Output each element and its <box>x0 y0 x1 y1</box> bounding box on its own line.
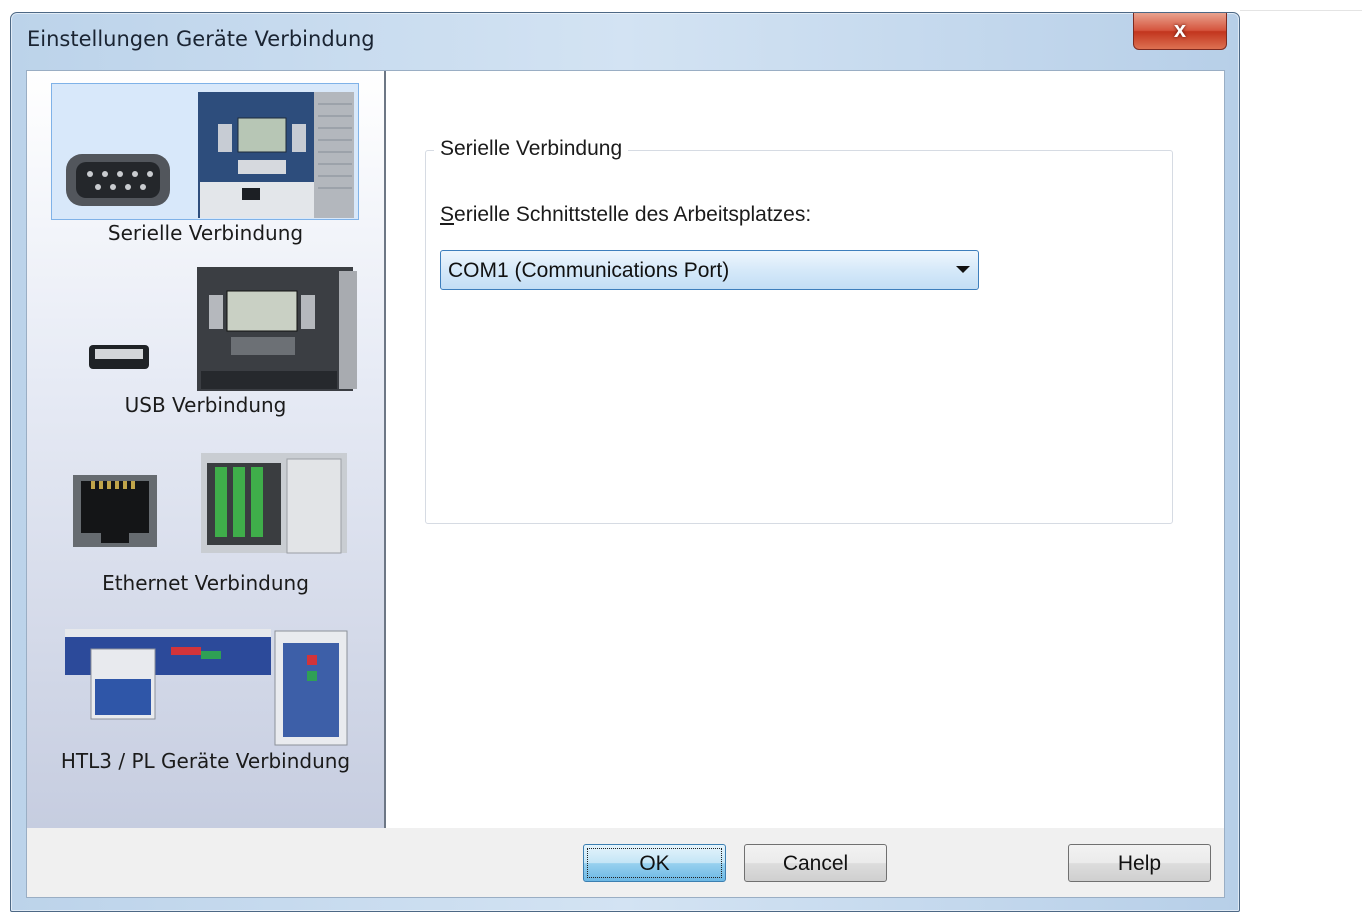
port-label-text: erielle Schnittstelle des Arbeitsplatzes… <box>454 203 812 226</box>
cancel-button[interactable]: Cancel <box>744 844 887 882</box>
help-button-label: Help <box>1117 852 1162 875</box>
focus-rectangle <box>587 848 722 878</box>
sidebar-item-serial[interactable]: Serielle Verbindung <box>27 83 384 259</box>
cancel-button-label: Cancel <box>782 852 849 875</box>
sidebar-item-label: USB Verbindung <box>124 393 287 417</box>
button-bar: OK Cancel Help <box>27 828 1224 897</box>
usb-port-icon <box>89 267 357 391</box>
ok-button[interactable]: OK <box>583 844 726 882</box>
close-icon: x <box>1173 17 1187 42</box>
dialog-window: Einstellungen Geräte Verbindung x Seriel… <box>10 12 1240 912</box>
sidebar-item-label: Serielle Verbindung <box>107 221 304 245</box>
background-rule <box>1240 10 1362 11</box>
port-select[interactable]: COM1 (Communications Port) <box>440 250 979 290</box>
port-select-value: COM1 (Communications Port) <box>448 259 730 282</box>
window-title: Einstellungen Geräte Verbindung <box>27 27 375 51</box>
serial-port-icon <box>51 83 359 220</box>
settings-panel: Serielle Verbindung Serielle Schnittstel… <box>386 71 1224 828</box>
connection-type-list: Serielle Verbindung USB Verbindung Ether… <box>27 71 386 828</box>
htl3-device-icon <box>65 629 348 746</box>
ethernet-port-icon <box>73 453 347 554</box>
port-label: Serielle Schnittstelle des Arbeitsplatze… <box>440 203 811 227</box>
sidebar-item-htl3-pl[interactable]: HTL3 / PL Geräte Verbindung <box>27 621 384 797</box>
dialog-client: Serielle Verbindung USB Verbindung Ether… <box>26 70 1225 898</box>
port-label-accelerator: S <box>440 203 455 226</box>
sidebar-item-label: Ethernet Verbindung <box>102 571 309 595</box>
close-button[interactable]: x <box>1133 13 1227 50</box>
help-button[interactable]: Help <box>1068 844 1211 882</box>
group-title: Serielle Verbindung <box>434 137 629 161</box>
sidebar-item-usb[interactable]: USB Verbindung <box>27 267 384 443</box>
dropdown-arrow-icon[interactable] <box>956 266 970 273</box>
sidebar-item-ethernet[interactable]: Ethernet Verbindung <box>27 445 384 621</box>
serial-connection-group: Serielle Verbindung Serielle Schnittstel… <box>425 137 1173 524</box>
sidebar-item-label: HTL3 / PL Geräte Verbindung <box>60 749 351 773</box>
